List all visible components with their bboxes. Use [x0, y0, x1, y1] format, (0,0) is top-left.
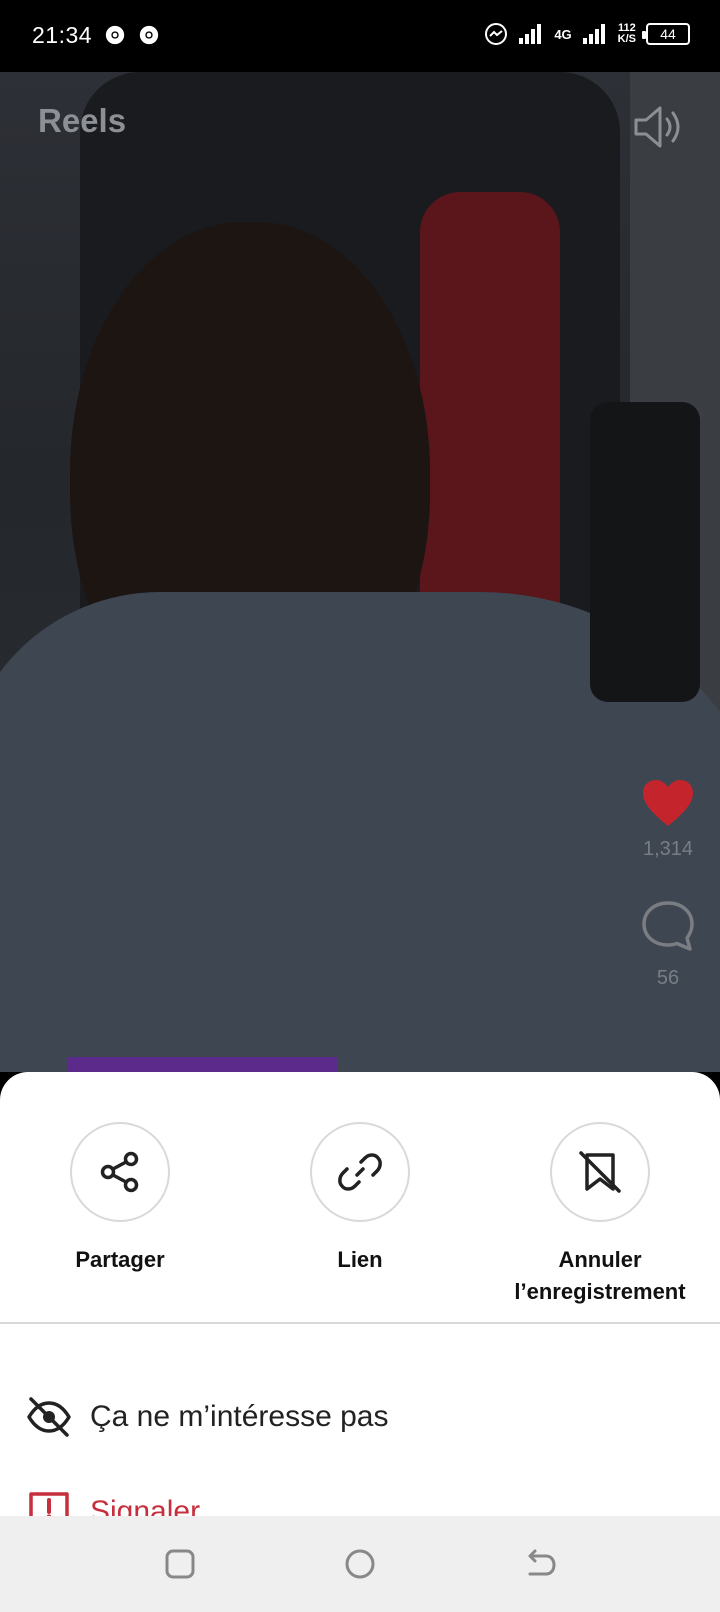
video-banner [68, 1057, 338, 1072]
network-type: 4G [554, 26, 572, 42]
status-time: 21:34 [32, 22, 93, 48]
back-icon[interactable] [522, 1546, 558, 1582]
like-count[interactable]: 1,314 [620, 838, 716, 861]
hidden-eye-icon [24, 1392, 74, 1442]
reel-side-actions: 1,314 56 [620, 778, 716, 990]
video-microphone [590, 402, 700, 702]
recent-apps-icon[interactable] [162, 1546, 198, 1582]
status-bar: 21:34 4G 112 K/S 44 [0, 0, 720, 72]
link-button[interactable]: Lien [260, 1122, 460, 1276]
heart-icon[interactable] [641, 778, 695, 828]
share-button[interactable]: Partager [20, 1122, 220, 1276]
not-interested-label: Ça ne m’intéresse pas [90, 1400, 389, 1433]
messenger-icon [485, 23, 508, 45]
link-label: Lien [337, 1247, 383, 1272]
battery-indicator: 44 [642, 23, 690, 45]
reel-video[interactable] [0, 72, 720, 1072]
chrome-icon [105, 25, 125, 45]
not-interested-item[interactable]: Ça ne m’intéresse pas [0, 1372, 720, 1462]
status-notification-icons [104, 24, 160, 46]
signal-icon [582, 24, 605, 44]
system-nav-bar [0, 1516, 720, 1612]
unsave-button[interactable]: Annuler l’enregistrement [500, 1122, 700, 1308]
sheet-divider [0, 1322, 720, 1324]
share-button-circle[interactable] [70, 1122, 170, 1222]
link-button-circle[interactable] [310, 1122, 410, 1222]
status-system-icons: 4G 112 K/S 44 [484, 22, 690, 46]
link-icon [338, 1153, 382, 1191]
home-icon[interactable] [342, 1546, 378, 1582]
share-label: Partager [75, 1247, 165, 1272]
options-bottom-sheet: Partager Lien Annuler l’enregistrement Ç… [0, 1072, 720, 1532]
page-title: Reels [38, 102, 127, 139]
unsave-button-circle[interactable] [550, 1122, 650, 1222]
speaker-icon[interactable] [632, 104, 684, 150]
network-speed: 112 K/S [617, 22, 636, 45]
comment-icon[interactable] [640, 899, 696, 955]
signal-icon [519, 24, 542, 44]
chrome-icon [139, 25, 159, 45]
share-icon [100, 1151, 139, 1193]
unsave-icon [579, 1151, 621, 1193]
comment-count[interactable]: 56 [620, 967, 716, 990]
unsave-label: Annuler l’enregistrement [514, 1247, 686, 1304]
sheet-actions-row: Partager Lien Annuler l’enregistrement [0, 1072, 720, 1322]
